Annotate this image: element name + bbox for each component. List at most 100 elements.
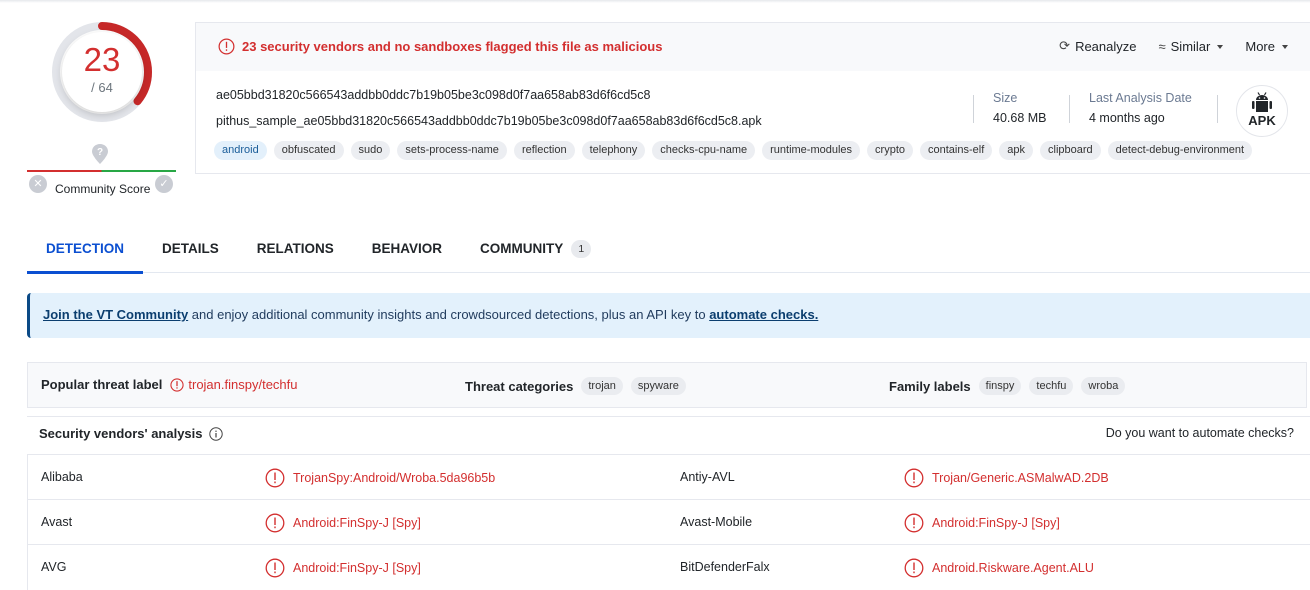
top-shadow (0, 0, 1310, 3)
detection-label: TrojanSpy:Android/Wroba.5da96b5b (293, 471, 496, 485)
file-tag[interactable]: reflection (513, 141, 575, 160)
detection-label: Android:FinSpy-J [Spy] (932, 516, 1060, 530)
tab-community[interactable]: COMMUNITY 1 (461, 225, 610, 273)
file-type-label: APK (1248, 113, 1276, 128)
similar-dropdown[interactable]: ≈ Similar (1159, 38, 1224, 54)
tab-details[interactable]: DETAILS (143, 225, 238, 273)
vendor-name: Avast (41, 515, 73, 529)
file-tag[interactable]: checks-cpu-name (652, 141, 756, 160)
vendor-row: Alibaba TrojanSpy:Android/Wroba.5da96b5b A… (28, 455, 1310, 500)
popular-threat-label-title: Popular threat label (41, 377, 163, 392)
threat-categories-group: Threat categories trojan spyware (465, 377, 694, 395)
similar-label: Similar (1170, 38, 1211, 54)
size-label: Size (993, 91, 1018, 105)
vendors-header: Security vendors' analysis Do you want t… (27, 416, 1310, 454)
file-tag[interactable]: telephony (581, 141, 646, 160)
family-labels-title: Family labels (889, 378, 971, 394)
last-analysis-value: 4 months ago (1089, 111, 1165, 125)
vendors-title-group: Security vendors' analysis (39, 426, 223, 441)
file-tag[interactable]: obfuscated (273, 141, 344, 160)
family-label-chip[interactable]: finspy (978, 377, 1022, 395)
family-labels-group: Family labels finspy techfu wroba (889, 377, 1133, 395)
alert-icon (904, 558, 924, 578)
file-tag[interactable]: sets-process-name (397, 141, 507, 160)
alert-icon (265, 558, 285, 578)
reanalyze-label: Reanalyze (1075, 38, 1137, 54)
tab-label: DETECTION (46, 241, 125, 256)
card-header: 23 security vendors and no sandboxes fla… (196, 23, 1310, 71)
detection-label: Android:FinSpy-J [Spy] (293, 561, 421, 575)
file-tag[interactable]: crypto (867, 141, 914, 160)
community-score-bar (27, 170, 176, 172)
more-dropdown[interactable]: More (1245, 38, 1288, 54)
similar-icon: ≈ (1158, 38, 1166, 54)
card-actions: ⟳ Reanalyze ≈ Similar More (1059, 38, 1310, 54)
threat-category-chip[interactable]: spyware (630, 377, 686, 395)
tab-label: RELATIONS (256, 241, 334, 256)
vendors-table: Alibaba TrojanSpy:Android/Wroba.5da96b5b A… (27, 454, 1310, 590)
svg-text:?: ? (97, 147, 103, 158)
community-score: ? ✕ Community Score ✓ (27, 144, 176, 200)
android-icon (1252, 92, 1272, 112)
refresh-icon: ⟳ (1059, 38, 1071, 53)
threat-categories-title: Threat categories (465, 378, 574, 394)
file-hash[interactable]: ae05bbd31820c566543addbb0ddc7b19b05be3c0… (216, 88, 650, 102)
detection-summary: 23 security vendors and no sandboxes fla… (242, 39, 663, 54)
divider (1217, 95, 1218, 123)
reanalyze-button[interactable]: ⟳ Reanalyze (1059, 38, 1136, 54)
alert-icon (170, 377, 184, 392)
vendor-name: AVG (41, 560, 67, 574)
vendor-result: Android:FinSpy-J [Spy] (265, 513, 421, 533)
file-info-card: 23 security vendors and no sandboxes fla… (195, 22, 1310, 174)
more-label: More (1245, 38, 1275, 54)
vote-malicious-button[interactable]: ✕ (29, 175, 47, 193)
vendors-title: Security vendors' analysis (39, 426, 203, 441)
tab-label: DETAILS (162, 241, 219, 256)
tab-label: COMMUNITY (480, 241, 564, 256)
file-tag[interactable]: contains-elf (920, 141, 993, 160)
caret-down-icon (1282, 45, 1288, 49)
file-tag[interactable]: detect-debug-environment (1107, 141, 1253, 160)
alert-icon (904, 513, 924, 533)
tab-relations[interactable]: RELATIONS (238, 225, 353, 273)
info-icon[interactable] (208, 426, 223, 441)
file-tag[interactable]: apk (999, 141, 1034, 160)
file-tag[interactable]: clipboard (1040, 141, 1101, 160)
divider (973, 95, 974, 123)
vendor-name: Alibaba (41, 470, 83, 484)
total-engines: / 64 (91, 80, 113, 95)
vendor-result: Android:FinSpy-J [Spy] (904, 513, 1060, 533)
vote-harmless-button[interactable]: ✓ (155, 175, 173, 193)
file-tag[interactable]: android (214, 141, 267, 160)
detection-score-gauge: 23 / 64 (50, 20, 154, 124)
tab-count-badge: 1 (571, 240, 592, 258)
popular-threat-label-group: Popular threat label trojan.finspy/techf… (41, 377, 298, 392)
vendor-name: Avast-Mobile (680, 515, 753, 529)
popular-threat-label-link[interactable]: trojan.finspy/techfu (170, 377, 298, 392)
alert-icon (904, 468, 924, 488)
vendor-name: BitDefenderFalx (680, 560, 770, 574)
vendor-result: TrojanSpy:Android/Wroba.5da96b5b (265, 468, 495, 488)
tab-label: BEHAVIOR (371, 241, 443, 256)
threat-category-chip[interactable]: trojan (581, 377, 623, 395)
detection-label: Android.Riskware.Agent.ALU (932, 561, 1094, 575)
family-label-chip[interactable]: wroba (1081, 377, 1126, 395)
family-label-chip[interactable]: techfu (1029, 377, 1074, 395)
last-analysis-label: Last Analysis Date (1089, 91, 1192, 105)
vendor-row: Avast Android:FinSpy-J [Spy] Avast-Mobile A… (28, 500, 1310, 545)
vendor-result: Trojan/Generic.ASMalwAD.2DB (904, 468, 1109, 488)
join-community-link[interactable]: Join the VT Community (43, 307, 188, 322)
popular-threat-label-value: trojan.finspy/techfu (188, 377, 298, 392)
automate-checks-link[interactable]: automate checks. (709, 307, 818, 322)
caret-down-icon (1217, 45, 1224, 49)
question-shield-icon: ? (92, 144, 108, 164)
divider (1069, 95, 1070, 123)
vendor-name: Antiy-AVL (680, 470, 735, 484)
tab-bar: DETECTION DETAILS RELATIONS BEHAVIOR COMMUNI… (27, 225, 1310, 274)
file-tag[interactable]: runtime-modules (762, 141, 861, 160)
tab-detection[interactable]: DETECTION (27, 225, 144, 274)
automate-checks-prompt[interactable]: Do you want to automate checks? (1106, 426, 1294, 440)
file-tag[interactable]: sudo (350, 141, 391, 160)
tab-behavior[interactable]: BEHAVIOR (353, 225, 461, 273)
community-banner: Join the VT Community and enjoy addition… (27, 293, 1310, 338)
